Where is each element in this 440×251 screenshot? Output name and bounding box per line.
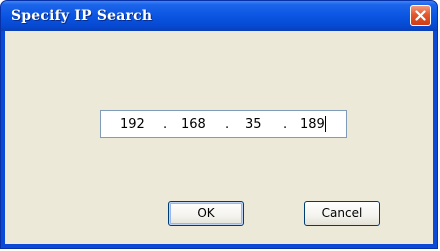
text-caret	[325, 116, 326, 132]
cancel-button[interactable]: Cancel	[304, 201, 380, 226]
ip-address-input[interactable]: 192 . 168 . 35 . 189	[100, 110, 347, 138]
dialog-title: Specify IP Search	[11, 8, 153, 24]
ip-octet-2[interactable]: 168	[181, 117, 206, 132]
ip-separator-1: .	[163, 117, 168, 132]
ok-button[interactable]: OK	[168, 201, 244, 226]
ip-octet-4[interactable]: 189	[300, 117, 325, 132]
title-bar[interactable]: Specify IP Search	[1, 1, 437, 31]
dialog-body: 192 . 168 . 35 . 189 OK Cancel	[5, 31, 433, 244]
ip-separator-3: .	[283, 117, 288, 132]
close-button[interactable]	[410, 5, 431, 26]
ip-octet-3[interactable]: 35	[245, 117, 262, 132]
ip-separator-2: .	[225, 117, 230, 132]
ip-octet-1[interactable]: 192	[120, 117, 145, 132]
dialog-window: Specify IP Search 192 . 168 . 35 . 189 O…	[0, 0, 438, 249]
